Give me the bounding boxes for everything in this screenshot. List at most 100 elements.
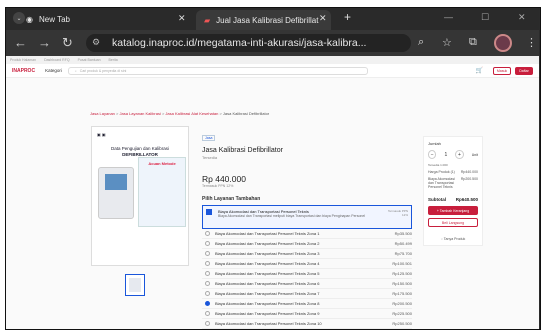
- menu-kebab-icon[interactable]: ⋮: [526, 36, 537, 49]
- product-price: Rp 440.000: [202, 174, 246, 184]
- zona-option[interactable]: Biaya Akomodasi dan Transportasi Persone…: [202, 279, 412, 289]
- cart-icon[interactable]: 🛒: [476, 67, 483, 74]
- new-tab-icon[interactable]: +: [344, 10, 351, 24]
- zona-option[interactable]: Biaya Akomodasi dan Transportasi Persone…: [202, 249, 412, 259]
- maximize-icon[interactable]: ☐: [481, 12, 489, 23]
- tab-title: Jual Jasa Kalibrasi Defibrillat: [216, 15, 319, 25]
- url-text: katalog.inaproc.id/megatama-inti-akurasi…: [112, 37, 367, 49]
- tab-active[interactable]: ▰ Jual Jasa Kalibrasi Defibrillat: [196, 10, 331, 30]
- zona-option-label: Biaya Akomodasi dan Transportasi Persone…: [215, 311, 320, 316]
- product-search-input[interactable]: ⌕ Cari produk & penyedia di sini: [67, 66, 368, 75]
- quantity-stepper[interactable]: − 1 + Unit: [428, 150, 478, 159]
- layanan-main-option[interactable]: Biaya Akomodasi dan Transportasi Persone…: [202, 205, 412, 229]
- product-info: Jasa Jasa Kalibrasi Defibrillator Tersed…: [202, 126, 412, 329]
- search-icon: ⌕: [74, 68, 77, 73]
- zona-option[interactable]: Biaya Akomodasi dan Transportasi Persone…: [202, 259, 412, 269]
- zona-option[interactable]: Biaya Akomodasi dan Transportasi Persone…: [202, 299, 412, 309]
- summary-value: Rp200.500: [460, 177, 478, 181]
- daftar-button[interactable]: Daftar: [515, 66, 533, 75]
- kategori-dropdown[interactable]: Kategori: [45, 68, 62, 73]
- url-input[interactable]: ⚙ katalog.inaproc.id/megatama-inti-akura…: [86, 34, 411, 52]
- close-tab-icon[interactable]: ✕: [319, 13, 327, 24]
- image-header-logo-icon: ▣ ▣: [97, 132, 106, 137]
- zona-option[interactable]: Biaya Akomodasi dan Transportasi Persone…: [202, 269, 412, 279]
- close-tab-icon[interactable]: ✕: [178, 13, 186, 24]
- site-info-icon[interactable]: ⚙: [92, 37, 100, 48]
- radio-button-icon[interactable]: [205, 291, 210, 296]
- browser-window: ⌄ ◉ New Tab ✕ ▰ Jual Jasa Kalibrasi Defi…: [5, 7, 541, 330]
- zoom-icon[interactable]: ⌕: [418, 36, 424, 49]
- radio-button-icon[interactable]: [205, 261, 210, 266]
- zona-option[interactable]: Biaya Akomodasi dan Transportasi Persone…: [202, 289, 412, 299]
- zona-option[interactable]: Biaya Akomodasi dan Transportasi Persone…: [202, 239, 412, 249]
- masuk-button[interactable]: Masuk: [493, 66, 511, 75]
- summary-label: Biaya Akomodasi dan Transportasi Persone…: [428, 177, 455, 189]
- zona-option-price: Rp200.500: [392, 301, 412, 306]
- breadcrumb: Jasa Layanan > Jasa Layanan Kalibrasi > …: [90, 111, 270, 116]
- radio-button-icon[interactable]: [205, 301, 210, 306]
- buy-now-button[interactable]: Beli Langsung: [428, 218, 478, 227]
- zona-option-label: Biaya Akomodasi dan Transportasi Persone…: [215, 241, 320, 246]
- image-panel-title: Acuan Metode: [148, 161, 176, 166]
- breadcrumb-current: Jasa Kalibrasi Defibrillator: [222, 111, 270, 116]
- product-type-badge: Jasa: [202, 135, 216, 141]
- zona-option[interactable]: Biaya Akomodasi dan Transportasi Persone…: [202, 309, 412, 319]
- radio-button-icon[interactable]: [205, 281, 210, 286]
- radio-button-icon[interactable]: [205, 271, 210, 276]
- product-thumbnail[interactable]: [125, 274, 145, 296]
- chrome-icon: ◉: [26, 14, 33, 24]
- minimize-icon[interactable]: —: [444, 12, 453, 22]
- zona-option[interactable]: Biaya Akomodasi dan Transportasi Persone…: [202, 319, 412, 329]
- subtotal-label: Subtotal: [428, 197, 446, 202]
- radio-button-icon[interactable]: [205, 241, 210, 246]
- radio-button-icon[interactable]: [205, 321, 210, 326]
- breadcrumb-item[interactable]: Jasa Layanan: [90, 111, 115, 116]
- site-header: INAPROC Kategori ⌕ Cari produk & penyedi…: [6, 64, 539, 78]
- close-window-icon[interactable]: ✕: [518, 12, 526, 23]
- radio-button-icon[interactable]: [205, 231, 210, 236]
- topbar-link[interactable]: Dashboard RFQ: [44, 58, 69, 62]
- profile-avatar[interactable]: [494, 34, 512, 52]
- forward-icon[interactable]: →: [38, 35, 51, 50]
- zona-option-label: Biaya Akomodasi dan Transportasi Persone…: [215, 231, 320, 236]
- inaproc-logo[interactable]: INAPROC: [12, 68, 35, 74]
- summary-value: Rp440.000: [460, 170, 478, 174]
- web-page: Produk Halaman Dashboard RFQ Pusat Bantu…: [6, 56, 539, 329]
- zona-option-price: Rp50.499: [394, 241, 412, 246]
- jumlah-label: Jumlah: [428, 141, 441, 146]
- add-to-cart-button[interactable]: + Tambah Keranjang: [428, 206, 478, 215]
- site-topbar: Produk Halaman Dashboard RFQ Pusat Bantu…: [6, 56, 539, 64]
- zona-radio-list: Biaya Akomodasi dan Transportasi Persone…: [202, 229, 412, 329]
- quantity-value[interactable]: 1: [444, 152, 447, 158]
- purchase-panel: Jumlah − 1 + Unit Tersedia 1.000 Harga P…: [423, 136, 483, 246]
- address-bar-row: ← → ↻ ⚙ katalog.inaproc.id/megatama-inti…: [6, 30, 539, 56]
- tab-new-tab[interactable]: ◉ New Tab: [26, 8, 176, 30]
- reload-icon[interactable]: ↻: [62, 35, 73, 51]
- bookmark-star-icon[interactable]: ☆: [442, 36, 452, 49]
- topbar-link[interactable]: Pusat Bantuan: [78, 58, 101, 62]
- site-favicon-icon: ▰: [204, 15, 211, 25]
- increment-button[interactable]: +: [455, 150, 464, 159]
- extensions-icon[interactable]: ⧉: [469, 36, 477, 49]
- decrement-button[interactable]: −: [428, 150, 437, 159]
- topbar-link[interactable]: Berita: [109, 58, 118, 62]
- zona-option-label: Biaya Akomodasi dan Transportasi Persone…: [215, 281, 320, 286]
- radio-button-icon[interactable]: [205, 251, 210, 256]
- zona-option-price: Rp125.500: [392, 271, 412, 276]
- product-main-image[interactable]: ▣ ▣ Data Pengujian dan Kalibrasi DEFIBRI…: [91, 126, 189, 266]
- zona-option[interactable]: Biaya Akomodasi dan Transportasi Persone…: [202, 229, 412, 239]
- topbar-link[interactable]: Produk Halaman: [10, 58, 36, 62]
- ask-product-link[interactable]: ◌ Tanya Produk: [428, 237, 478, 241]
- back-icon[interactable]: ←: [14, 35, 27, 50]
- price-tax-note: Termasuk PPN 12%: [202, 184, 234, 188]
- zona-option-label: Biaya Akomodasi dan Transportasi Persone…: [215, 271, 320, 276]
- zona-option-price: Rp75.700: [394, 251, 412, 256]
- image-info-panel: Acuan Metode: [138, 157, 186, 227]
- zona-option-label: Biaya Akomodasi dan Transportasi Persone…: [215, 261, 320, 266]
- tab-search-icon[interactable]: ⌄: [13, 12, 25, 24]
- breadcrumb-item[interactable]: Jasa Kalibrasi Alat Kesehatan: [165, 111, 218, 116]
- zona-option-price: Rp175.500: [392, 291, 412, 296]
- checkbox-checked-icon[interactable]: [206, 209, 212, 215]
- radio-button-icon[interactable]: [205, 311, 210, 316]
- breadcrumb-item[interactable]: Jasa Layanan Kalibrasi: [119, 111, 160, 116]
